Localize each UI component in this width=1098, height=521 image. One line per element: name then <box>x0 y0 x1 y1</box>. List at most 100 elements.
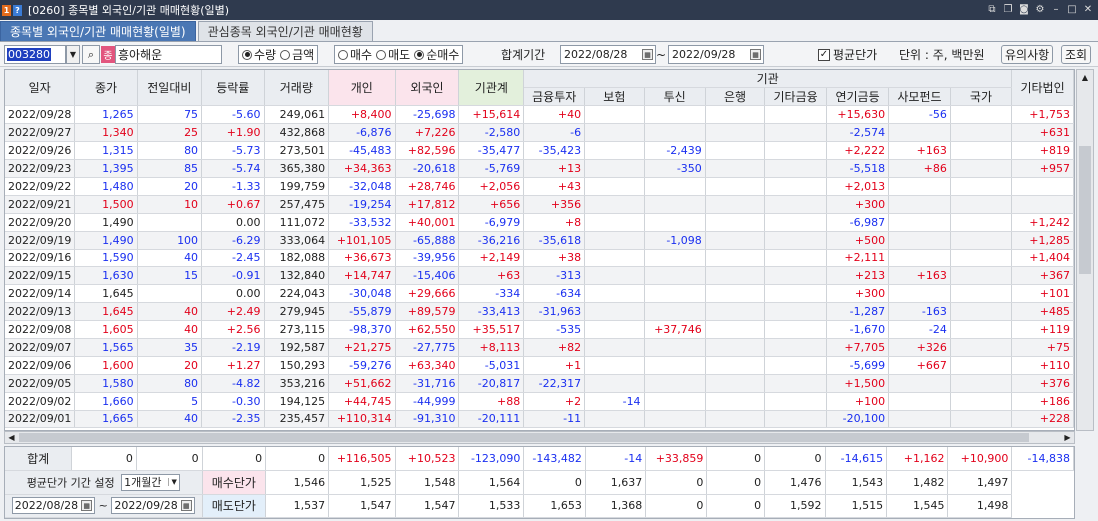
cell-nation <box>950 105 1013 125</box>
col-close[interactable]: 종가 <box>74 70 138 107</box>
settings-icon[interactable]: ⚙ <box>1034 2 1046 16</box>
chevron-down-icon[interactable]: ▼ <box>167 478 177 487</box>
col-volume[interactable]: 거래량 <box>264 70 330 107</box>
table-row[interactable]: 2022/09/16 1,590 40 -2.45 182,088 +36,673 -39,… <box>5 249 1074 268</box>
close-icon[interactable]: ✕ <box>1082 2 1094 16</box>
radio-buy[interactable]: 매수 <box>338 46 372 63</box>
radio-sell[interactable]: 매도 <box>376 46 410 63</box>
table-row[interactable]: 2022/09/01 1,665 40 -2.35 235,457 +110,314 -91… <box>5 410 1074 429</box>
scroll-left-icon[interactable]: ◀ <box>5 432 18 443</box>
col-date[interactable]: 일자 <box>5 70 76 107</box>
vertical-scrollbar[interactable]: ▲ <box>1076 69 1094 431</box>
cell-individual: -45,483 <box>328 141 396 161</box>
cell-change: 10 <box>137 195 203 214</box>
cell-bank <box>705 231 766 250</box>
camera-icon[interactable]: ◙ <box>1018 2 1030 16</box>
horizontal-scrollbar[interactable]: ◀ ▶ <box>4 431 1075 444</box>
cell-foreign: +40,001 <box>395 213 460 232</box>
cell-insurance <box>584 266 645 286</box>
search-icon[interactable]: ⌕ <box>82 45 100 64</box>
col-inst-total[interactable]: 기관계 <box>458 70 525 107</box>
table-row[interactable]: 2022/09/14 1,645 0.00 224,043 -30,048 +29,666… <box>5 284 1074 304</box>
calendar-icon[interactable]: ▦ <box>750 49 761 60</box>
notice-button[interactable]: 유의사항 <box>1001 45 1054 64</box>
cell-insurance <box>584 338 645 357</box>
calendar-icon[interactable]: ▦ <box>180 500 192 512</box>
buy-price-cell: 1,548 <box>395 470 460 495</box>
scroll-thumb[interactable] <box>19 433 1029 442</box>
col-finance[interactable]: 금융투자 <box>523 87 586 107</box>
help-icon[interactable]: ? <box>13 4 22 16</box>
col-change[interactable]: 전일대비 <box>137 70 203 107</box>
table-row[interactable]: 2022/09/07 1,565 35 -2.19 192,587 +21,275 -27,… <box>5 338 1074 357</box>
cell-trust <box>644 284 706 304</box>
cell-insurance <box>584 249 645 268</box>
avg-price-checkbox[interactable]: ✓ <box>818 48 830 61</box>
col-nation[interactable]: 국가 <box>950 87 1013 107</box>
number-1-icon[interactable]: 1 <box>2 4 11 16</box>
stock-code-input[interactable]: 003280 <box>4 45 66 64</box>
cell-inst-total: +63 <box>458 266 525 286</box>
total-cell: -14,838 <box>1011 447 1074 471</box>
cell-volume: 235,457 <box>264 410 330 429</box>
cell-bank <box>705 374 766 393</box>
radio-amount[interactable]: 금액 <box>280 46 314 63</box>
table-row[interactable]: 2022/09/06 1,600 20 +1.27 150,293 -59,276 +63,… <box>5 356 1074 375</box>
table-row[interactable]: 2022/09/23 1,395 85 -5.74 365,380 +34,363 -20,… <box>5 159 1074 178</box>
scroll-thumb[interactable] <box>1079 146 1091 274</box>
col-other-corp[interactable]: 기타법인 <box>1011 70 1074 107</box>
tab-stock-daily[interactable]: 종목별 외국인/기관 매매현황(일별) <box>0 21 196 41</box>
table-row[interactable]: 2022/09/22 1,480 20 -1.33 199,759 -32,048 +28,… <box>5 177 1074 196</box>
table-row[interactable]: 2022/09/08 1,605 40 +2.56 273,115 -98,370 +62,… <box>5 320 1074 339</box>
col-other-fin[interactable]: 기타금융 <box>764 87 827 107</box>
calendar-icon[interactable]: ▦ <box>81 500 93 512</box>
cell-finance: +2 <box>523 392 586 411</box>
tab-watchlist[interactable]: 관심종목 외국인/기관 매매현황 <box>197 21 373 41</box>
avg-period-select[interactable]: 1개월간 ▼ <box>121 473 180 491</box>
maximize-icon[interactable]: □ <box>1066 2 1078 16</box>
table-row[interactable]: 2022/09/28 1,265 75 -5.60 249,061 +8,400 -25,6… <box>5 105 1074 125</box>
chevron-down-icon[interactable]: ▼ <box>66 45 80 64</box>
date-from-input[interactable]: 2022/08/28 ▦ <box>560 45 656 64</box>
table-row[interactable]: 2022/09/15 1,630 15 -0.91 132,840 +14,747 -15,… <box>5 266 1074 286</box>
cell-bank <box>705 410 766 429</box>
scroll-up-icon[interactable]: ▲ <box>1077 70 1093 84</box>
col-bank[interactable]: 은행 <box>705 87 766 107</box>
date-to-input[interactable]: 2022/09/28 ▦ <box>668 45 764 64</box>
col-foreign[interactable]: 외국인 <box>395 70 460 107</box>
cell-pension: +7,705 <box>826 338 890 357</box>
col-insurance[interactable]: 보험 <box>584 87 645 107</box>
col-pension[interactable]: 연기금등 <box>826 87 890 107</box>
minimize-icon[interactable]: – <box>1050 2 1062 16</box>
copy-icon[interactable]: ❐ <box>1002 2 1014 16</box>
calendar-icon[interactable]: ▦ <box>642 49 653 60</box>
cell-change: 40 <box>137 410 203 429</box>
col-individual[interactable]: 개인 <box>328 70 396 107</box>
radio-off-icon <box>376 49 387 60</box>
table-row[interactable]: 2022/09/21 1,500 10 +0.67 257,475 -19,254 +17,… <box>5 195 1074 214</box>
col-trust[interactable]: 투신 <box>644 87 706 107</box>
query-button[interactable]: 조회 <box>1061 45 1092 64</box>
col-private-fund[interactable]: 사모펀드 <box>888 87 951 107</box>
radio-net-buy[interactable]: 순매수 <box>414 46 459 63</box>
sell-price-cell: 1,533 <box>458 494 525 518</box>
col-rate[interactable]: 등락률 <box>201 70 265 107</box>
table-row[interactable]: 2022/09/02 1,660 5 -0.30 194,125 +44,745 -44,9… <box>5 392 1074 411</box>
total-cell: 0 <box>71 447 137 471</box>
radio-quantity[interactable]: 수량 <box>242 46 276 63</box>
cell-trust <box>644 213 706 232</box>
table-row[interactable]: 2022/09/26 1,315 80 -5.73 273,501 -45,483 +82,… <box>5 141 1074 161</box>
cell-inst-total: -334 <box>458 284 525 304</box>
table-row[interactable]: 2022/09/27 1,340 25 +1.90 432,868 -6,876 +7,22… <box>5 123 1074 143</box>
avg-date-to-input[interactable]: 2022/09/28 ▦ <box>111 497 195 515</box>
table-row[interactable]: 2022/09/20 1,490 0.00 111,072 -33,532 +40,001… <box>5 213 1074 232</box>
cell-nation <box>950 231 1013 250</box>
table-row[interactable]: 2022/09/05 1,580 80 -4.82 353,216 +51,662 -31,… <box>5 374 1074 393</box>
buy-price-label: 매수단가 <box>202 470 267 495</box>
table-row[interactable]: 2022/09/19 1,490 100 -6.29 333,064 +101,105 -6… <box>5 231 1074 250</box>
scroll-right-icon[interactable]: ▶ <box>1061 432 1074 443</box>
avg-date-from-input[interactable]: 2022/08/28 ▦ <box>11 497 96 515</box>
cell-insurance <box>584 302 645 322</box>
table-row[interactable]: 2022/09/13 1,645 40 +2.49 279,945 -55,879 +89,… <box>5 302 1074 322</box>
link-icon[interactable]: ⧉ <box>986 2 998 16</box>
